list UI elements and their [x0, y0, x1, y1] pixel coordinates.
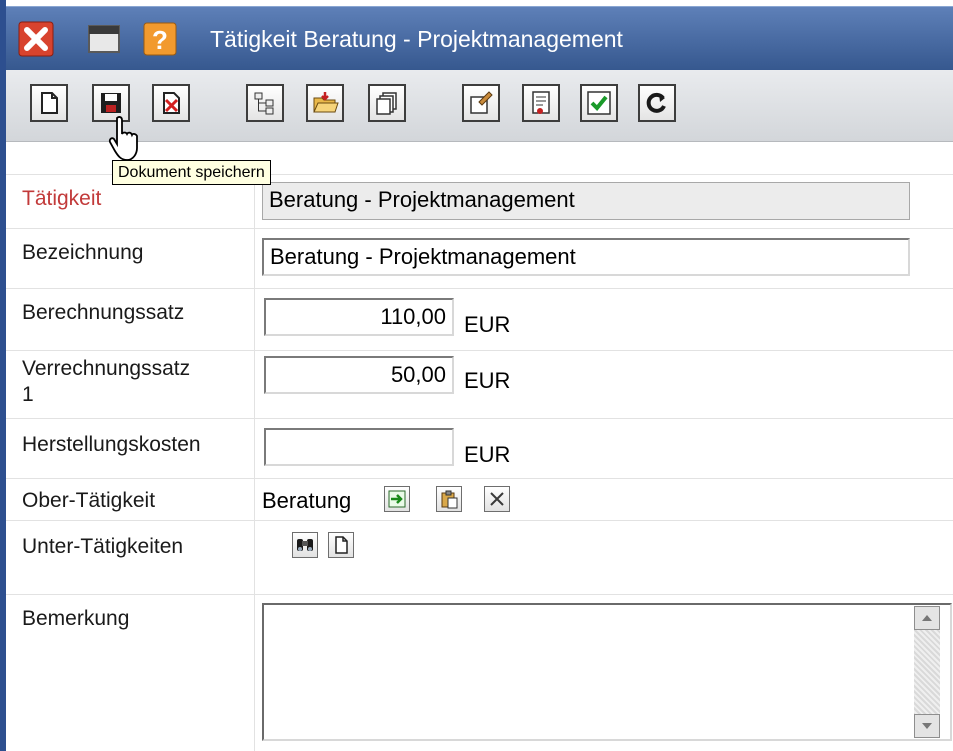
row-divider	[6, 520, 953, 521]
help-icon[interactable]: ?	[142, 21, 178, 57]
verrechnungssatz-label: Verrechnungssatz	[22, 357, 191, 380]
paste-icon	[441, 490, 458, 509]
delete-document-button[interactable]	[152, 84, 190, 122]
scroll-down-button[interactable]	[914, 714, 940, 738]
verrechnungssatz-unit: EUR	[464, 368, 511, 393]
refresh-icon	[646, 92, 666, 113]
bemerkung-textarea[interactable]	[262, 603, 952, 741]
new-document-button[interactable]	[30, 84, 68, 122]
row-divider	[6, 288, 953, 289]
herstellungskosten-input[interactable]	[264, 428, 454, 466]
berechnungssatz-label: Berechnungssatz	[22, 301, 185, 324]
ober-taetigkeit-label: Ober-Tätigkeit	[22, 489, 156, 512]
toolbar	[6, 70, 953, 142]
column-divider	[254, 174, 255, 751]
open-folder-button[interactable]	[306, 84, 344, 122]
herstellungskosten-label: Herstellungskosten	[22, 433, 201, 456]
title-bar: ? Tätigkeit Beratung - Projektmanagement	[6, 6, 953, 70]
unter-taetigkeiten-label: Unter-Tätigkeiten	[22, 535, 184, 558]
binoculars-icon	[297, 539, 313, 551]
assign-parent-button[interactable]	[384, 486, 410, 512]
tree-button[interactable]	[246, 84, 284, 122]
confirm-button[interactable]	[580, 84, 618, 122]
window: ? Tätigkeit Beratung - Projektmanagement	[6, 0, 953, 751]
check-icon	[587, 91, 611, 115]
assign-icon	[388, 490, 406, 508]
copy-icon	[376, 92, 397, 115]
paste-parent-button[interactable]	[436, 486, 462, 512]
ober-taetigkeit-value: Beratung	[262, 488, 352, 513]
arrow-up-icon	[922, 615, 932, 621]
taetigkeit-label: Tätigkeit	[22, 187, 102, 210]
remove-icon	[490, 492, 504, 506]
row-divider	[6, 478, 953, 479]
minimize-icon[interactable]	[86, 21, 122, 57]
save-icon	[101, 93, 121, 113]
verrechnungssatz-label-suffix: 1	[22, 383, 34, 406]
search-children-button[interactable]	[292, 532, 318, 558]
report-button[interactable]	[522, 84, 560, 122]
new-document-icon	[41, 92, 58, 114]
window-title: Tätigkeit Beratung - Projektmanagement	[210, 26, 623, 52]
properties-button[interactable]	[462, 84, 500, 122]
close-icon[interactable]	[18, 21, 54, 57]
new-document-icon	[335, 536, 348, 554]
delete-icon	[163, 92, 180, 114]
bezeichnung-input[interactable]: Beratung - Projektmanagement	[262, 238, 910, 276]
open-folder-icon	[313, 92, 339, 113]
herstellungskosten-unit: EUR	[464, 442, 511, 467]
row-divider	[6, 594, 953, 595]
row-divider	[6, 350, 953, 351]
bemerkung-label: Bemerkung	[22, 607, 130, 630]
properties-icon	[470, 91, 493, 114]
tree-icon	[254, 92, 274, 115]
berechnungssatz-input[interactable]: 110,00	[264, 298, 454, 336]
row-divider	[6, 228, 953, 229]
scroll-up-button[interactable]	[914, 606, 940, 630]
verrechnungssatz-input[interactable]: 50,00	[264, 356, 454, 394]
arrow-down-icon	[922, 723, 932, 729]
report-icon	[532, 91, 550, 114]
bezeichnung-label: Bezeichnung	[22, 241, 144, 264]
hand-cursor-icon	[108, 116, 138, 161]
taetigkeit-field: Beratung - Projektmanagement	[262, 182, 910, 220]
bemerkung-scrollbar[interactable]	[914, 606, 940, 738]
row-divider	[6, 418, 953, 419]
berechnungssatz-unit: EUR	[464, 312, 511, 337]
remove-parent-button[interactable]	[484, 486, 510, 512]
refresh-button[interactable]	[638, 84, 676, 122]
svg-text:?: ?	[152, 25, 168, 55]
new-child-button[interactable]	[328, 532, 354, 558]
copy-button[interactable]	[368, 84, 406, 122]
